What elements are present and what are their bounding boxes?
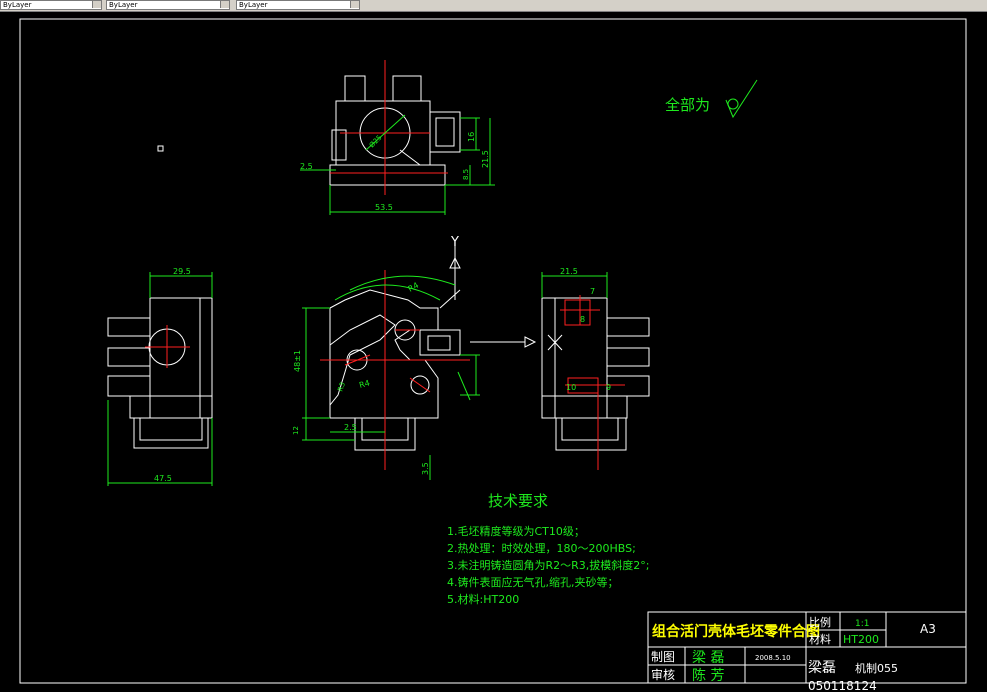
tech-req-item-4: 4.铸件表面应无气孔,缩孔,夹砂等；: [447, 575, 619, 589]
dim-21-5-right: 21.5: [560, 267, 578, 276]
material-value: HT200: [843, 633, 879, 646]
drawn-label: 制图: [651, 650, 675, 664]
dim-10: 10: [566, 383, 576, 392]
tech-req-item-2: 2.热处理：时效处理，180～200HBS;: [447, 541, 636, 555]
roughness-symbol-icon: [725, 79, 758, 119]
tech-req-title: 技术要求: [488, 492, 548, 510]
tech-req-item-5: 5.材料:HT200: [447, 592, 519, 606]
scale-label: 比例: [809, 615, 831, 629]
scale-value: 1:1: [855, 619, 869, 629]
axis-label-y: Y: [450, 235, 459, 250]
material-label: 材料: [809, 632, 831, 646]
chevron-down-icon[interactable]: [220, 1, 229, 8]
student-id: 050118124: [808, 679, 877, 692]
chevron-down-icon[interactable]: [92, 1, 101, 8]
drawing-canvas[interactable]: 53.5 2.5 16 21.5 8.5 Ø25 全部为 29.5 47.5 Y…: [0, 12, 987, 692]
linetype-dropdown[interactable]: ByLayer: [106, 0, 230, 10]
dim-29-5: 29.5: [173, 267, 191, 276]
tech-req-item-1: 1.毛坯精度等级为CT10级；: [447, 524, 585, 538]
student-name: 梁磊: [808, 660, 836, 676]
dim-21-5: 21.5: [481, 150, 490, 168]
dim-9: 9: [606, 383, 611, 392]
front-view: [329, 256, 461, 451]
tech-req-item-3: 3.未注明铸造圆角为R2～R3,拔模斜度2°;: [447, 558, 649, 572]
top-view: [329, 75, 461, 186]
layer-dropdown[interactable]: ByLayer: [0, 0, 102, 10]
drawn-date: 2008.5.10: [755, 654, 791, 662]
dim-r3: R3: [336, 381, 347, 393]
dim-12: 12: [292, 426, 300, 435]
check-label: 审核: [651, 667, 675, 682]
dim-48: 48±1: [293, 350, 302, 372]
properties-toolbar: ByLayer ByLayer ByLayer: [0, 0, 987, 12]
cad-drawing: 53.5 2.5 16 21.5 8.5 Ø25 全部为 29.5 47.5 Y…: [19, 18, 967, 692]
left-view-dimensions: [107, 272, 213, 486]
right-view: [541, 297, 650, 451]
lineweight-dropdown[interactable]: ByLayer: [236, 0, 360, 10]
dim-16: 16: [467, 132, 476, 142]
class-name: 机制055: [855, 661, 898, 675]
part-name: 组合活门壳体毛坯零件合图: [652, 623, 820, 640]
dim-r4-b: R4: [407, 281, 421, 294]
cursor-pickbox: [157, 145, 164, 152]
dim-2-5-front: 2.5: [344, 423, 357, 432]
dim-2-5: 2.5: [300, 162, 313, 171]
sheet-size: A3: [920, 622, 936, 636]
dim-8-5: 8.5: [462, 169, 470, 180]
check-name: 陈 芳: [692, 667, 724, 684]
dim-3-5: 3.5: [421, 462, 430, 475]
dim-47-5: 47.5: [154, 474, 172, 483]
left-view-centerlines: [145, 325, 190, 368]
dim-7: 7: [590, 287, 595, 296]
view-arrows: [454, 245, 537, 348]
left-view: [107, 297, 213, 449]
dim-r4-a: R4: [358, 378, 371, 389]
front-view-dimensions: [302, 275, 480, 480]
chevron-down-icon[interactable]: [350, 1, 359, 8]
drawn-name: 梁 磊: [692, 650, 724, 666]
dim-53-5: 53.5: [375, 203, 393, 212]
roughness-note: 全部为: [665, 96, 710, 114]
dim-8: 8: [580, 315, 585, 324]
